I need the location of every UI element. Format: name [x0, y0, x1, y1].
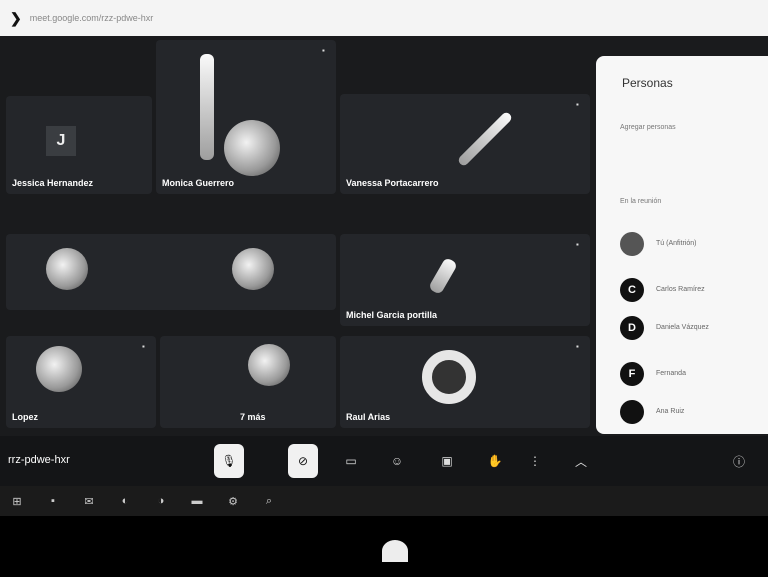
participant-tile[interactable]: ▪ Lopez	[6, 336, 156, 428]
taskbar: ⊞ ▪ ✉ ◐ ◑ ▬ ⚙ ⌕	[0, 486, 768, 516]
present-icon: ▣	[441, 454, 453, 468]
mic-off-icon: ▪	[576, 240, 579, 249]
reactions-button[interactable]: ☺	[382, 444, 412, 478]
meeting-controls: rrz-pdwe-hxr 🎙 ⊘ ▭ ☺ ▣ ✋ ⋮ ︿ ⓘ	[0, 436, 768, 486]
avatar: C	[620, 278, 644, 302]
avatar	[422, 350, 476, 404]
mic-off-icon: ▪	[576, 342, 579, 351]
browser-bar: ❯ meet.google.com/rzz-pdwe-hxr	[0, 0, 768, 36]
present-button[interactable]: ▣	[432, 444, 462, 478]
meeting-code: rrz-pdwe-hxr	[8, 454, 70, 466]
windows-icon[interactable]: ⊞	[10, 494, 24, 508]
search-icon[interactable]: ⌕	[262, 494, 276, 508]
avatar: J	[46, 126, 76, 156]
participant-tile[interactable]	[6, 234, 336, 310]
participant-name: 7 más	[240, 412, 266, 422]
store-icon[interactable]: ▪	[46, 494, 60, 508]
avatar	[232, 248, 274, 290]
person-name[interactable]: Tú (Anfitrión)	[656, 240, 696, 247]
person-name[interactable]: Carlos Ramírez	[656, 286, 705, 293]
participant-tile[interactable]: ▪ Vanessa Portacarrero	[340, 94, 590, 194]
info-icon: ⓘ	[732, 454, 745, 469]
video-object	[427, 256, 459, 296]
participant-tile[interactable]: ▪ Michel Garcia portilla	[340, 234, 590, 326]
hang-up-icon: ︿	[574, 454, 587, 469]
camera-button[interactable]: ⊘	[288, 444, 318, 478]
add-people-button[interactable]: Agregar personas	[620, 124, 676, 131]
person-name[interactable]: Fernanda	[656, 370, 686, 377]
participant-name: Raul Arias	[346, 412, 391, 422]
participant-tile[interactable]: ▪ Raul Arias	[340, 336, 590, 428]
video-object	[456, 110, 514, 168]
more-vert-icon: ⋮	[529, 454, 541, 468]
leave-call-button[interactable]: ︿	[566, 444, 596, 478]
person-name[interactable]: Ana Ruiz	[656, 408, 684, 415]
folder-icon[interactable]: ▬	[190, 494, 204, 508]
avatar	[248, 344, 290, 386]
avatar: D	[620, 316, 644, 340]
participant-name: Michel Garcia portilla	[346, 310, 438, 320]
avatar	[46, 248, 88, 290]
hand-icon: ✋	[487, 454, 503, 468]
participant-name: Lopez	[12, 412, 38, 422]
url-text[interactable]: meet.google.com/rzz-pdwe-hxr	[30, 13, 154, 23]
raise-hand-button[interactable]: ✋	[480, 444, 510, 478]
chevron-right-icon[interactable]: ❯	[10, 10, 22, 27]
more-options-button[interactable]: ⋮	[520, 444, 550, 478]
mic-button[interactable]: 🎙	[214, 444, 244, 478]
avatar	[620, 400, 644, 424]
captions-button[interactable]: ▭	[336, 444, 366, 478]
participant-tile[interactable]: ▪ Monica Guerrero	[156, 40, 336, 194]
participant-tile[interactable]: J Jessica Hernandez	[6, 96, 152, 194]
settings-icon[interactable]: ⚙	[226, 494, 240, 508]
video-object	[224, 120, 280, 176]
section-label: En la reunión	[620, 198, 662, 205]
captions-icon: ▭	[345, 454, 357, 468]
participant-tile[interactable]: 7 más	[160, 336, 336, 428]
avatar	[36, 346, 82, 392]
brand-logo	[382, 540, 408, 562]
mic-off-icon: ▪	[322, 46, 325, 55]
people-panel: Personas Agregar personas En la reunión …	[596, 56, 768, 434]
mic-off-icon: ▪	[576, 100, 579, 109]
edge-icon[interactable]: ◑	[154, 494, 168, 508]
video-object	[200, 54, 214, 160]
mic-off-icon: ▪	[142, 342, 145, 351]
participant-name: Vanessa Portacarrero	[346, 178, 439, 188]
participant-name: Monica Guerrero	[162, 178, 235, 188]
avatar	[620, 232, 644, 256]
avatar: F	[620, 362, 644, 386]
chrome-icon[interactable]: ◐	[118, 494, 132, 508]
panel-title: Personas	[622, 76, 673, 90]
camera-off-icon: ⊘	[297, 454, 309, 468]
mic-off-icon: 🎙	[221, 454, 237, 468]
emoji-icon: ☺	[390, 454, 404, 468]
mail-icon[interactable]: ✉	[82, 494, 96, 508]
person-name[interactable]: Daniela Vázquez	[656, 324, 709, 331]
info-button[interactable]: ⓘ	[724, 444, 754, 478]
participant-name: Jessica Hernandez	[12, 178, 94, 188]
monitor-bezel	[0, 516, 768, 577]
